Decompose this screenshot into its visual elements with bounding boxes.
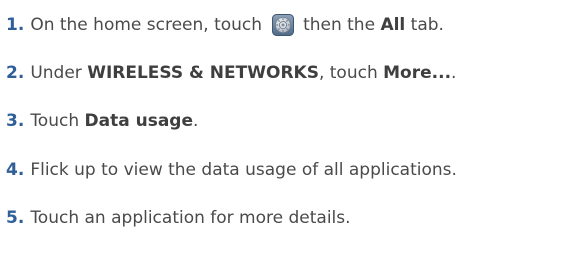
step-2: 2. Under WIRELESS & NETWORKS, touch More… [6,62,456,84]
step-text: On the home screen, touch [30,15,263,35]
step-text: . [451,63,457,83]
step-number: 2 [6,63,18,83]
step-number-dot: . [17,208,25,228]
step-text: . [193,111,199,131]
step-number: 1 [6,15,18,35]
step-text: Flick up to view the data usage of all a… [30,160,457,180]
step-text: , touch [318,63,378,83]
step-text: then the [303,15,376,35]
step-text: Under [30,63,82,83]
step-number-dot: . [17,15,25,35]
step-text: Touch [30,111,80,131]
step-4: 4. Flick up to view the data usage of al… [6,159,457,181]
more-label: More... [383,63,452,83]
data-usage-label: Data usage [84,111,194,131]
wireless-networks-label: WIRELESS & NETWORKS [87,63,319,83]
step-text: Touch an application for more details. [30,208,351,228]
step-5: 5. Touch an application for more details… [6,207,351,229]
step-number-dot: . [17,111,25,131]
step-number: 4 [6,160,18,180]
step-1: 1. On the home screen, touch then the Al… [6,14,444,36]
step-number: 5 [6,208,18,228]
step-number-dot: . [17,160,25,180]
step-3: 3. Touch Data usage. [6,110,198,132]
step-text: tab. [410,15,444,35]
settings-gear-icon [272,14,295,36]
all-tab-label: All [380,15,406,35]
step-number: 3 [6,111,18,131]
step-number-dot: . [17,63,25,83]
